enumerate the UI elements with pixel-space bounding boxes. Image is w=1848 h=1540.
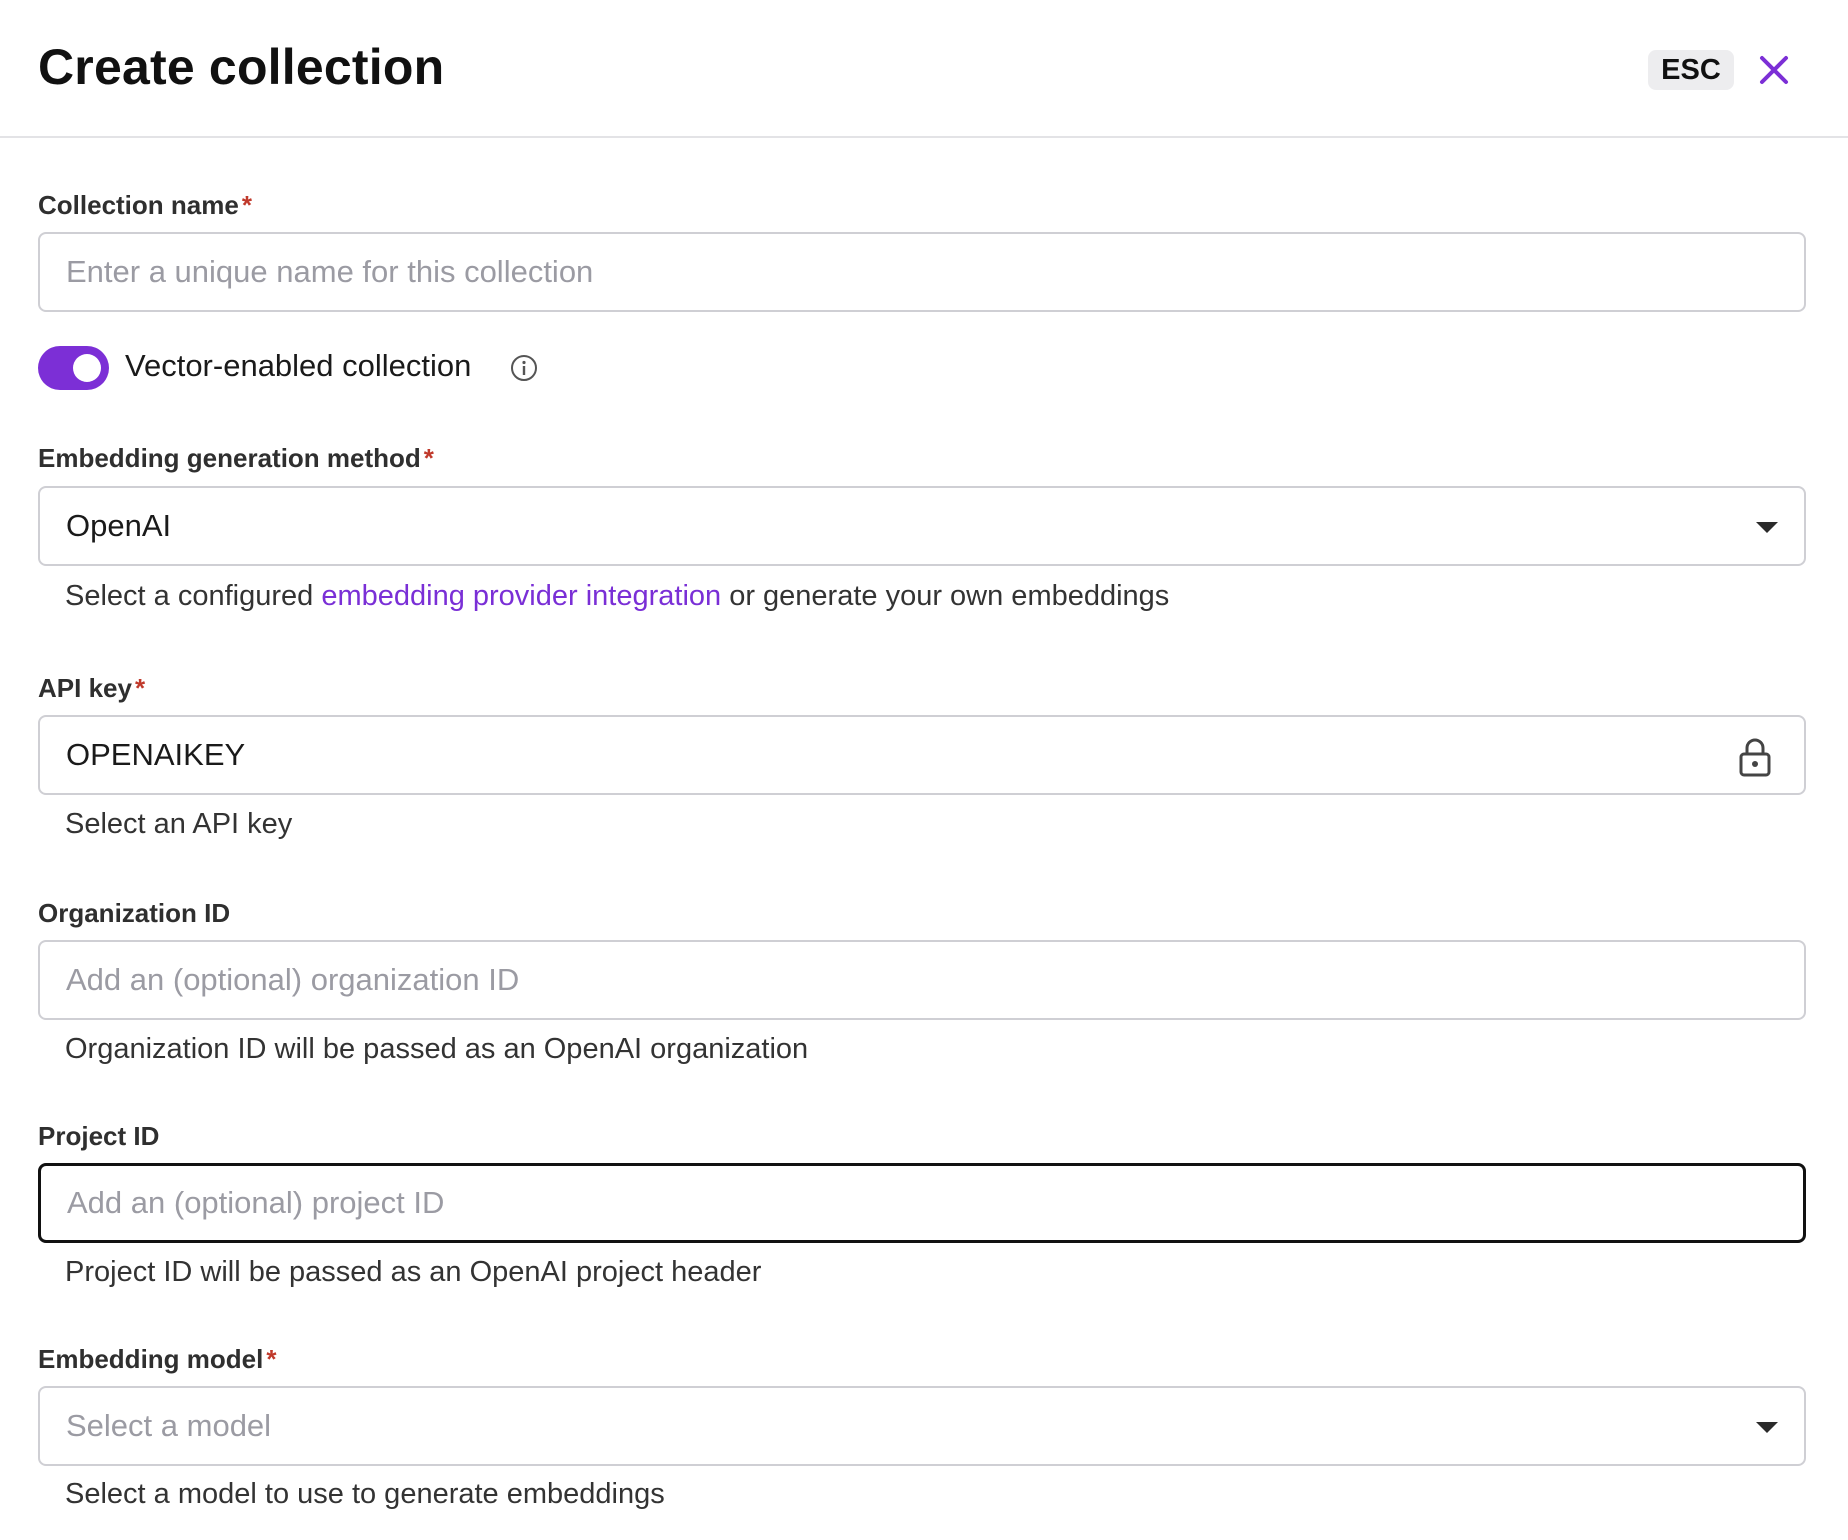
- dialog-title: Create collection: [38, 39, 445, 95]
- required-mark: *: [241, 190, 252, 220]
- embedding-method-select[interactable]: OpenAI: [38, 486, 1806, 566]
- collection-name-label: Collection name *: [38, 190, 252, 221]
- organization-id-input[interactable]: Add an (optional) organization ID: [38, 940, 1806, 1020]
- toggle-knob: [73, 354, 101, 382]
- organization-id-help: Organization ID will be passed as an Ope…: [65, 1033, 809, 1065]
- api-key-label: API key *: [38, 673, 145, 704]
- embedding-method-value: OpenAI: [66, 508, 172, 543]
- project-id-help: Project ID will be passed as an OpenAI p…: [65, 1256, 762, 1288]
- vector-enabled-toggle[interactable]: [38, 346, 109, 390]
- info-icon[interactable]: [510, 354, 538, 382]
- embedding-model-label: Embedding model *: [38, 1344, 276, 1375]
- esc-shortcut-badge: ESC: [1648, 50, 1734, 90]
- chevron-down-icon: [1756, 522, 1778, 533]
- dialog-header: Create collection ESC: [0, 0, 1848, 138]
- close-button[interactable]: [1752, 50, 1796, 90]
- embedding-model-label-text: Embedding model: [38, 1344, 264, 1374]
- chevron-down-icon: [1756, 1422, 1778, 1433]
- collection-name-input[interactable]: Enter a unique name for this collection: [38, 232, 1806, 312]
- vector-enabled-label: Vector-enabled collection: [125, 348, 472, 383]
- organization-id-label: Organization ID: [38, 898, 231, 928]
- embedding-model-placeholder: Select a model: [66, 1408, 272, 1443]
- embedding-method-help-text-end: or generate your own embeddings: [721, 580, 1170, 612]
- api-key-help: Select an API key: [65, 808, 293, 840]
- required-mark: *: [423, 443, 434, 473]
- embedding-method-help-text: Select a configured: [65, 580, 322, 612]
- project-id-placeholder: Add an (optional) project ID: [67, 1185, 445, 1220]
- embedding-model-select[interactable]: Select a model: [38, 1386, 1806, 1466]
- embedding-method-help: Select a configured embedding provider i…: [65, 580, 1169, 613]
- required-mark: *: [266, 1344, 277, 1374]
- api-key-value: OPENAIKEY: [66, 737, 246, 772]
- api-key-label-text: API key: [38, 673, 132, 703]
- close-icon: [1760, 56, 1788, 84]
- collection-name-label-text: Collection name: [38, 190, 239, 220]
- embedding-method-label: Embedding generation method *: [38, 443, 434, 474]
- project-id-input[interactable]: Add an (optional) project ID: [38, 1163, 1806, 1243]
- collection-name-placeholder: Enter a unique name for this collection: [66, 254, 594, 289]
- embedding-model-help: Select a model to use to generate embedd…: [65, 1478, 665, 1510]
- embedding-provider-integration-link[interactable]: embedding provider integration: [321, 580, 721, 612]
- api-key-input[interactable]: OPENAIKEY: [38, 715, 1806, 795]
- embedding-method-label-text: Embedding generation method: [38, 443, 421, 473]
- project-id-label: Project ID: [38, 1121, 160, 1151]
- lock-icon: [1739, 738, 1771, 777]
- required-mark: *: [134, 673, 146, 703]
- organization-id-placeholder: Add an (optional) organization ID: [66, 962, 520, 997]
